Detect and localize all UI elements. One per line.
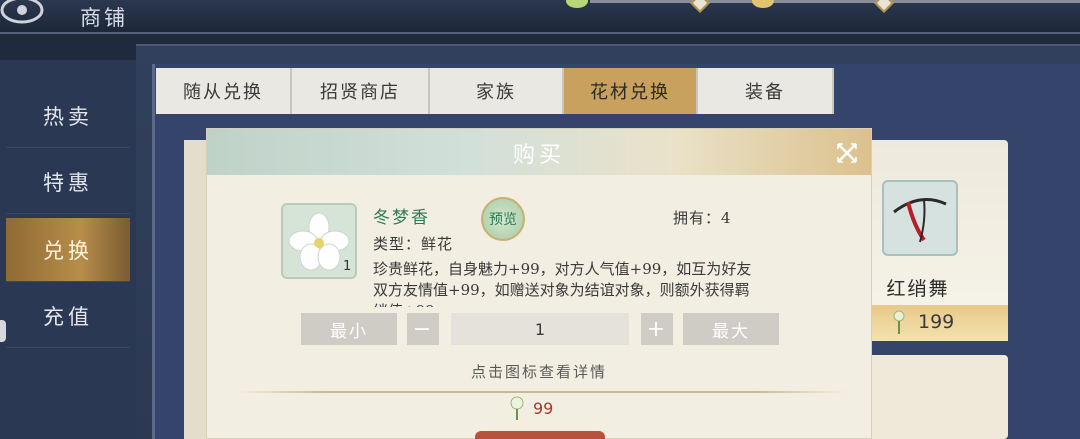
min-button[interactable]: 最小 xyxy=(301,313,397,345)
shop-item-card[interactable] xyxy=(868,355,1008,439)
page-title: 商铺 xyxy=(80,6,128,30)
sidebar: 热卖 特惠 兑换 充值 xyxy=(0,60,136,439)
item-name: 冬梦香 xyxy=(373,208,430,228)
preview-button[interactable]: 预览 xyxy=(481,197,525,241)
tab-label: 招贤商店 xyxy=(320,82,400,103)
red-ribbon-icon xyxy=(893,198,947,243)
item-type: 类型：鲜花 xyxy=(373,235,454,253)
sidebar-item-special[interactable]: 特惠 xyxy=(6,150,130,214)
tab-label: 花材兑换 xyxy=(590,82,670,103)
add-resource-icon[interactable] xyxy=(874,0,894,13)
sidebar-item-label: 热卖 xyxy=(43,104,93,129)
add-resource-icon[interactable] xyxy=(690,0,710,13)
top-bar: 商铺 xyxy=(0,0,1080,34)
sidebar-item-label: 充值 xyxy=(43,304,93,329)
resource-bar xyxy=(960,0,1080,3)
tab-recruit-shop[interactable]: 招贤商店 xyxy=(292,68,430,114)
tab-label: 家族 xyxy=(476,82,516,103)
purchase-dialog: 购买 1 冬梦香 类型：鲜花 珍贵鲜花，自身魅力+99，对方人气值+99，如互为… xyxy=(206,128,872,439)
item-price: 199 xyxy=(918,311,955,333)
scroll-handle[interactable] xyxy=(0,320,6,342)
item-count: 1 xyxy=(343,259,352,274)
hint-text: 点击图标查看详情 xyxy=(470,363,607,381)
resource-bar xyxy=(770,0,960,3)
tab-flower-exchange[interactable]: 花材兑换 xyxy=(564,68,698,114)
buy-button[interactable] xyxy=(475,431,605,439)
sidebar-item-recharge[interactable]: 充值 xyxy=(6,284,130,348)
divider xyxy=(235,391,847,393)
resource-coin-icon xyxy=(752,0,774,8)
item-name: 红绡舞 xyxy=(886,278,950,300)
max-button[interactable]: 最大 xyxy=(683,313,779,345)
quantity-value: 1 xyxy=(534,319,546,339)
preview-label: 预览 xyxy=(489,212,517,228)
back-emblem-icon[interactable] xyxy=(0,0,46,28)
tab-label: 随从兑换 xyxy=(183,82,263,103)
sidebar-item-exchange[interactable]: 兑换 xyxy=(6,218,130,282)
item-description: 珍贵鲜花，自身魅力+99，对方人气值+99，如互为好友双方友情值+99，如赠送对… xyxy=(373,260,752,307)
quantity-input[interactable]: 1 xyxy=(451,313,629,345)
tab-family[interactable]: 家族 xyxy=(430,68,564,114)
flower-material-icon xyxy=(510,396,524,420)
increase-button[interactable]: + xyxy=(641,313,673,345)
resource-gem-icon xyxy=(566,0,588,8)
sidebar-item-label: 兑换 xyxy=(43,238,93,263)
purchase-price: 99 xyxy=(533,399,554,418)
minus-icon: − xyxy=(412,316,434,342)
tab-companion-exchange[interactable]: 随从兑换 xyxy=(156,68,292,114)
close-icon[interactable] xyxy=(835,141,859,165)
flower-material-icon[interactable] xyxy=(882,180,958,256)
plus-icon: + xyxy=(646,316,668,342)
sidebar-item-label: 特惠 xyxy=(43,170,93,195)
owned-count: 拥有：4 xyxy=(673,209,732,227)
tab-equipment[interactable]: 装备 xyxy=(698,68,834,114)
sidebar-item-hot[interactable]: 热卖 xyxy=(6,84,130,148)
max-label: 最大 xyxy=(712,321,750,342)
flower-material-icon xyxy=(893,310,905,334)
min-label: 最小 xyxy=(330,321,368,342)
dialog-title: 购买 xyxy=(512,143,565,168)
tab-label: 装备 xyxy=(745,82,785,103)
decrease-button[interactable]: − xyxy=(407,313,439,345)
